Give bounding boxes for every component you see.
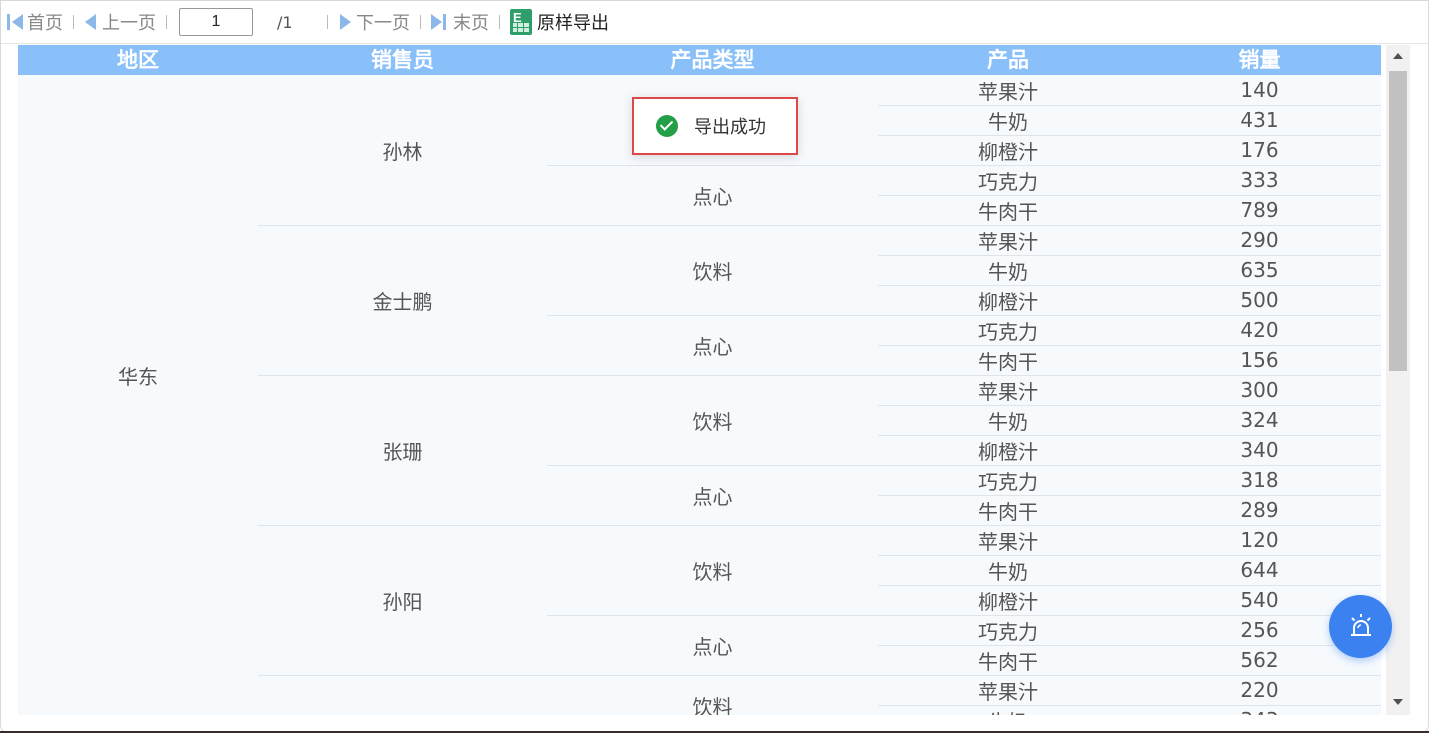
quantity-cell: 176 — [1240, 138, 1279, 162]
prev-page-icon — [84, 13, 98, 31]
excel-icon: E — [510, 9, 532, 35]
export-button[interactable]: E 原样导出 — [510, 1, 609, 43]
salesperson-cell: 孙林 — [382, 139, 423, 164]
quantity-cell: 789 — [1240, 198, 1279, 222]
quantity-cell: 420 — [1240, 318, 1279, 342]
next-page-button[interactable]: 下一页 — [338, 1, 410, 43]
quantity-cell: 220 — [1240, 678, 1279, 702]
quantity-cell: 289 — [1240, 498, 1279, 522]
salesperson-cell: 金士鹏 — [372, 289, 433, 314]
export-label: 原样导出 — [537, 13, 609, 34]
product-cell: 牛奶 — [878, 705, 1138, 716]
report-viewer-window: 首页 上一页 /1 下一页 末页 E — [0, 0, 1429, 733]
quantity-cell: 500 — [1240, 288, 1279, 312]
product-cell: 牛奶 — [988, 259, 1028, 284]
product-cell: 巧克力 — [978, 169, 1038, 194]
product-cell: 牛肉干 — [978, 349, 1038, 374]
quantity-cell: 324 — [1240, 408, 1279, 432]
scroll-up-arrow-icon[interactable] — [1393, 53, 1403, 59]
last-page-icon — [431, 13, 449, 31]
quantity-cell: 340 — [1240, 438, 1279, 462]
toolbar-divider — [327, 15, 328, 29]
product-type-cell: 点心 — [692, 634, 733, 659]
export-success-toast: 导出成功 — [632, 97, 798, 155]
quantity-cell: 343 — [1138, 705, 1381, 715]
quantity-cell: 431 — [1240, 108, 1279, 132]
prev-page-button[interactable]: 上一页 — [84, 1, 156, 43]
header-quantity: 销量 — [1238, 48, 1281, 72]
alarm-fab-button[interactable] — [1329, 595, 1392, 658]
alarm-icon — [1351, 614, 1371, 636]
product-cell: 牛肉干 — [978, 649, 1038, 674]
next-page-label: 下一页 — [356, 13, 410, 34]
table-header: 地区 销售员 产品类型 产品 销量 — [18, 45, 1381, 75]
salesperson-cell: 张珊 — [382, 439, 423, 464]
toolbar-divider — [166, 15, 167, 29]
product-type-cell: 点心 — [692, 334, 733, 359]
product-type-cell: 饮料 — [692, 694, 733, 716]
first-page-icon — [7, 13, 23, 31]
toolbar-divider — [499, 15, 500, 29]
check-circle-icon — [656, 115, 678, 137]
quantity-cell: 318 — [1240, 468, 1279, 492]
first-page-label: 首页 — [27, 13, 63, 34]
product-cell: 柳橙汁 — [978, 139, 1038, 164]
header-region: 地区 — [117, 48, 159, 72]
product-cell: 苹果汁 — [978, 79, 1038, 104]
product-cell: 牛肉干 — [978, 499, 1038, 524]
product-cell: 柳橙汁 — [978, 439, 1038, 464]
product-cell: 苹果汁 — [978, 379, 1038, 404]
product-cell: 牛奶 — [988, 109, 1028, 134]
product-type-cell: 饮料 — [692, 259, 733, 284]
prev-page-label: 上一页 — [102, 13, 156, 34]
product-cell: 苹果汁 — [978, 229, 1038, 254]
product-cell: 柳橙汁 — [978, 589, 1038, 614]
product-cell: 巧克力 — [978, 319, 1038, 344]
scroll-down-arrow-icon[interactable] — [1393, 699, 1403, 705]
product-cell: 牛奶 — [988, 409, 1028, 434]
product-type-cell: 饮料 — [692, 559, 733, 584]
last-page-button[interactable]: 末页 — [431, 1, 489, 43]
product-type-cell: 点心 — [692, 484, 733, 509]
product-cell: 柳橙汁 — [978, 289, 1038, 314]
salesperson-cell: 孙阳 — [382, 589, 423, 614]
quantity-cell: 635 — [1240, 258, 1279, 282]
quantity-cell: 156 — [1240, 348, 1279, 372]
quantity-cell: 644 — [1240, 558, 1279, 582]
quantity-cell: 140 — [1240, 78, 1279, 102]
product-cell: 牛奶 — [988, 559, 1028, 584]
product-type-cell: 饮料 — [692, 409, 733, 434]
last-page-label: 末页 — [453, 13, 489, 34]
toolbar-divider — [73, 15, 74, 29]
header-salesperson: 销售员 — [371, 48, 434, 72]
next-page-icon — [338, 13, 352, 31]
product-cell: 巧克力 — [978, 619, 1038, 644]
quantity-cell: 120 — [1240, 528, 1279, 552]
quantity-cell: 300 — [1240, 378, 1279, 402]
header-product: 产品 — [987, 48, 1029, 72]
first-page-button[interactable]: 首页 — [7, 1, 63, 43]
page-total: /1 — [277, 12, 293, 32]
product-cell: 苹果汁 — [978, 529, 1038, 554]
toolbar-divider — [420, 15, 421, 29]
page-number-input[interactable] — [179, 8, 253, 36]
product-type-cell: 点心 — [692, 184, 733, 209]
product-cell: 苹果汁 — [978, 679, 1038, 704]
quantity-cell: 333 — [1240, 168, 1279, 192]
product-cell: 巧克力 — [978, 469, 1038, 494]
product-cell: 牛肉干 — [978, 199, 1038, 224]
scrollbar-thumb[interactable] — [1389, 71, 1407, 371]
toast-message: 导出成功 — [694, 117, 766, 138]
region-cell: 华东 — [118, 364, 158, 389]
header-product-type: 产品类型 — [670, 48, 755, 72]
toolbar: 首页 上一页 /1 下一页 末页 E — [1, 1, 1428, 44]
quantity-cell: 290 — [1240, 228, 1279, 252]
